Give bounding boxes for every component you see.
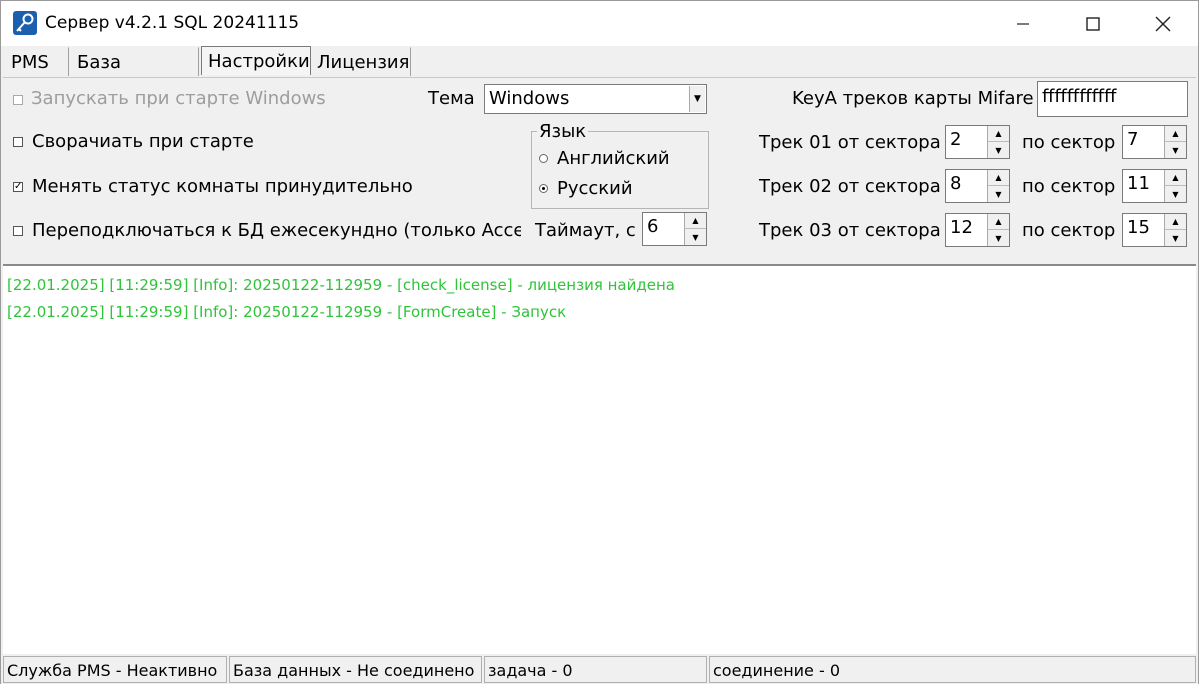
arrow-down-icon[interactable]: ▼ [988,142,1009,158]
status-connection: соединение - 0 [709,656,1196,683]
minimize-icon [1017,22,1029,25]
status-pms: Служба PMS - Неактивно [3,656,227,683]
track-01-from-spinner[interactable]: 2 ▲ ▼ [945,125,1010,159]
timeout-label: Таймаут, с [535,220,636,241]
track-01-from-value: 2 [950,129,962,150]
arrow-up-icon[interactable]: ▲ [988,214,1009,230]
track-02-to-spinner[interactable]: 11 ▲ ▼ [1122,169,1187,203]
track-01-to-spinner[interactable]: 7 ▲ ▼ [1122,125,1187,159]
reconnect-db-checkbox[interactable] [13,226,23,236]
minimize-start-checkbox[interactable] [13,137,23,147]
minimize-button[interactable] [988,1,1058,46]
track-03-label: Трек 03 от сектора [759,220,941,241]
arrow-up-icon[interactable]: ▲ [685,213,706,229]
arrow-down-icon[interactable]: ▼ [988,230,1009,246]
title-bar: Сервер v4.2.1 SQL 20241115 [1,1,1198,46]
settings-panel: Запускать при старте Windows Сворачиать … [3,77,1196,263]
track-01-label: Трек 01 от сектора [759,132,941,153]
window-title: Сервер v4.2.1 SQL 20241115 [45,13,300,33]
track-03-to-value: 15 [1127,217,1150,238]
log-view[interactable]: [22.01.2025] [11:29:59] [Info]: 20250122… [3,264,1196,654]
track-03-to-spinner[interactable]: 15 ▲ ▼ [1122,213,1187,247]
language-russian-label: Русский [557,178,633,199]
track-02-label: Трек 02 от сектора [759,176,941,197]
tab-settings[interactable]: Настройки [201,46,311,75]
arrow-down-icon[interactable]: ▼ [988,186,1009,202]
arrow-up-icon[interactable]: ▲ [1165,126,1186,142]
tab-license[interactable]: Лицензия [311,47,411,76]
startup-windows-label: Запускать при старте Windows [31,88,326,109]
maximize-icon [1086,16,1100,31]
arrow-up-icon[interactable]: ▲ [988,170,1009,186]
track-03-to-label: по сектор [1022,220,1116,241]
status-db: База данных - Не соединено [229,656,482,683]
arrow-up-icon[interactable]: ▲ [988,126,1009,142]
close-icon [1155,16,1171,31]
arrow-up-icon[interactable]: ▲ [1165,170,1186,186]
force-room-status-checkbox[interactable]: ✓ [13,182,23,192]
maximize-button[interactable] [1058,1,1128,46]
timeout-spinner[interactable]: 6 ▲ ▼ [642,212,707,246]
arrow-down-icon[interactable]: ▼ [1165,230,1186,246]
track-03-from-spinner[interactable]: 12 ▲ ▼ [945,213,1010,247]
language-english-label: Английский [557,148,670,169]
key-icon [13,11,37,35]
chevron-down-icon: ▼ [689,86,705,112]
tab-pms[interactable]: PMS [5,47,69,76]
status-task: задача - 0 [484,656,707,683]
track-02-from-value: 8 [950,173,962,194]
language-english-radio[interactable] [539,154,548,163]
log-line: [22.01.2025] [11:29:59] [Info]: 20250122… [7,303,567,321]
theme-label: Тема [428,88,475,109]
reconnect-db-label: Переподключаться к БД ежесекундно (тольк… [32,220,521,241]
track-02-to-label: по сектор [1022,176,1116,197]
timeout-value: 6 [647,216,659,237]
track-02-to-value: 11 [1127,173,1150,194]
track-01-to-value: 7 [1127,129,1139,150]
app-window: Сервер v4.2.1 SQL 20241115 PMS База данн… [0,0,1199,684]
log-line: [22.01.2025] [11:29:59] [Info]: 20250122… [7,276,675,294]
mifare-key-label: KeyA треков карты Mifare [792,88,1034,109]
arrow-down-icon[interactable]: ▼ [1165,186,1186,202]
theme-value: Windows [489,88,570,109]
arrow-up-icon[interactable]: ▲ [1165,214,1186,230]
status-bar: Служба PMS - Неактивно База данных - Не … [1,654,1198,684]
startup-windows-checkbox[interactable] [13,95,23,105]
arrow-down-icon[interactable]: ▼ [685,229,706,245]
language-caption: Язык [537,121,589,142]
language-russian-radio[interactable] [539,184,548,193]
track-01-to-label: по сектор [1022,132,1116,153]
arrow-down-icon[interactable]: ▼ [1165,142,1186,158]
track-03-from-value: 12 [950,217,973,238]
track-02-from-spinner[interactable]: 8 ▲ ▼ [945,169,1010,203]
theme-select[interactable]: Windows ▼ [484,84,707,114]
close-button[interactable] [1128,1,1198,46]
minimize-start-label: Сворачиать при старте [32,131,254,152]
mifare-key-input[interactable]: ffffffffffff [1037,81,1188,117]
force-room-status-label: Менять статус комнаты принудительно [32,176,413,197]
tab-database[interactable]: База данных [71,47,199,94]
